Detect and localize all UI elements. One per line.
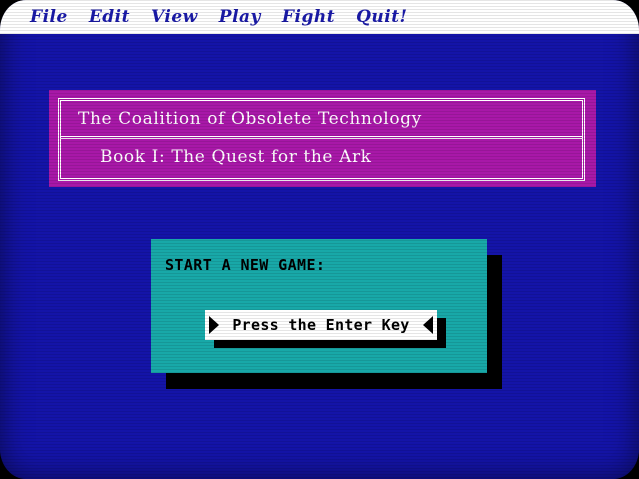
menu-edit[interactable]: Edit bbox=[89, 7, 130, 27]
menu-play[interactable]: Play bbox=[219, 7, 261, 27]
enter-button-label: Press the Enter Key bbox=[232, 316, 410, 334]
press-enter-button[interactable]: Press the Enter Key bbox=[205, 310, 437, 340]
game-screen: File Edit View Play Fight Quit! The Coal… bbox=[0, 0, 639, 479]
menu-view[interactable]: View bbox=[151, 7, 198, 27]
menu-fight[interactable]: Fight bbox=[282, 7, 335, 27]
right-pointing-triangle-icon bbox=[208, 315, 220, 335]
title-frame: The Coalition of Obsolete Technology Boo… bbox=[58, 98, 585, 181]
menu-quit[interactable]: Quit! bbox=[356, 7, 407, 27]
game-title: The Coalition of Obsolete Technology bbox=[78, 109, 422, 129]
title-divider bbox=[61, 136, 582, 139]
left-pointing-triangle-icon bbox=[422, 315, 434, 335]
new-game-dialog: START A NEW GAME: bbox=[151, 239, 487, 373]
dialog-label: START A NEW GAME: bbox=[165, 256, 326, 274]
menu-bar: File Edit View Play Fight Quit! bbox=[0, 0, 639, 34]
menu-file[interactable]: File bbox=[30, 7, 68, 27]
title-panel: The Coalition of Obsolete Technology Boo… bbox=[49, 90, 596, 187]
game-subtitle: Book I: The Quest for the Ark bbox=[100, 147, 372, 167]
